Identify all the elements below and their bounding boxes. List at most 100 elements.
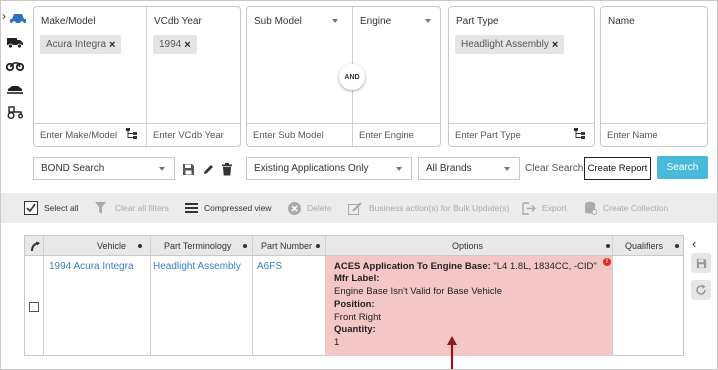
mfr-label-heading: Mfr Label: bbox=[334, 273, 380, 284]
vcdb-year-filter[interactable]: VCdb Year 1994 × Enter VCdb Year bbox=[146, 7, 240, 146]
chevron-left-icon[interactable]: ‹ bbox=[692, 236, 696, 251]
column-header-options[interactable]: Options bbox=[452, 236, 483, 256]
vehicle-filter-panel: Make/Model Acura Integra × Enter Make/Mod… bbox=[33, 6, 241, 147]
trash-icon[interactable] bbox=[219, 161, 235, 177]
chip-remove-icon[interactable]: × bbox=[109, 39, 115, 51]
column-menu-icon[interactable] bbox=[675, 244, 679, 248]
rail-toggle-icon[interactable]: › bbox=[2, 9, 6, 23]
chip-remove-icon[interactable]: × bbox=[184, 39, 190, 51]
brands-select[interactable]: All Brands bbox=[418, 157, 520, 180]
vcdb-year-input[interactable]: Enter VCdb Year bbox=[153, 130, 224, 141]
select-all-button[interactable]: Select all bbox=[24, 193, 79, 223]
vcdb-year-chip[interactable]: 1994 × bbox=[153, 35, 197, 54]
vcdb-year-chip-text: 1994 bbox=[159, 39, 182, 50]
export-icon bbox=[522, 201, 536, 215]
aces-value: "L4 1.8L, 1834CC, -CID" bbox=[490, 261, 597, 272]
hierarchy-tree-icon[interactable] bbox=[574, 128, 585, 139]
vehicle-link[interactable]: 1994 Acura Integra bbox=[49, 261, 134, 272]
compressed-view-label: Compressed view bbox=[204, 203, 272, 213]
business-action-icon bbox=[348, 201, 362, 215]
annotation-arrow bbox=[447, 336, 457, 370]
column-menu-icon[interactable] bbox=[606, 244, 610, 248]
engine-filter[interactable]: Engine Enter Engine bbox=[352, 7, 440, 146]
edit-icon[interactable] bbox=[200, 161, 216, 177]
error-icon: ! bbox=[603, 258, 611, 266]
sub-model-label: Sub Model bbox=[254, 16, 302, 27]
motorcycle-icon[interactable] bbox=[6, 58, 24, 72]
chevron-down-icon bbox=[159, 167, 165, 171]
and-operator-badge[interactable]: AND bbox=[339, 64, 365, 90]
save-icon[interactable] bbox=[691, 253, 711, 273]
column-header-part-number[interactable]: Part Number bbox=[261, 236, 312, 256]
compressed-view-icon bbox=[185, 203, 198, 213]
position-value: Front Right bbox=[334, 312, 381, 323]
column-menu-icon[interactable] bbox=[316, 244, 320, 248]
part-type-chip[interactable]: Headlight Assembly × bbox=[455, 35, 565, 54]
make-model-input[interactable]: Enter Make/Model bbox=[40, 130, 117, 141]
business-action-button[interactable]: Business action(s) for Bulk Update(s) bbox=[348, 193, 509, 223]
column-header-part-terminology[interactable]: Part Terminology bbox=[164, 236, 231, 256]
chevron-down-icon[interactable] bbox=[425, 19, 431, 23]
sub-model-filter[interactable]: Sub Model Enter Sub Model bbox=[247, 7, 352, 146]
quantity-value: 1 bbox=[334, 337, 340, 348]
truck-icon[interactable] bbox=[6, 35, 24, 49]
row-checkbox[interactable] bbox=[29, 302, 39, 312]
mfr-label-value: Engine Base Isn't Valid for Base Vehicle bbox=[334, 286, 502, 297]
options-cell-error[interactable]: ! ACES Application To Engine Base: "L4 1… bbox=[325, 256, 612, 356]
save-icon[interactable] bbox=[180, 161, 196, 177]
part-type-chip-text: Headlight Assembly bbox=[461, 39, 549, 50]
create-collection-label: Create Collection bbox=[603, 203, 669, 213]
vcdb-year-label: VCdb Year bbox=[154, 16, 202, 27]
name-input[interactable]: Enter Name bbox=[607, 130, 658, 141]
link-icon[interactable] bbox=[30, 241, 41, 252]
applications-table: Vehicle Part Terminology Part Number Opt… bbox=[24, 235, 684, 356]
chip-remove-icon[interactable]: × bbox=[552, 39, 558, 51]
search-button[interactable]: Search bbox=[657, 156, 708, 179]
clear-filters-label: Clear all filters bbox=[115, 203, 169, 213]
make-model-filter[interactable]: Make/Model Acura Integra × Enter Make/Mod… bbox=[34, 7, 146, 146]
part-terminology-link[interactable]: Headlight Assembly bbox=[153, 261, 241, 272]
name-filter[interactable]: Name Enter Name bbox=[600, 6, 708, 147]
part-type-label: Part Type bbox=[456, 16, 499, 27]
column-menu-icon[interactable] bbox=[243, 244, 247, 248]
make-model-label: Make/Model bbox=[41, 16, 96, 27]
make-model-chip[interactable]: Acura Integra × bbox=[40, 35, 122, 54]
collection-icon bbox=[585, 201, 597, 215]
car-icon[interactable] bbox=[9, 11, 27, 25]
applications-filter-select[interactable]: Existing Applications Only bbox=[246, 157, 412, 180]
select-all-icon bbox=[24, 201, 38, 215]
engine-label: Engine bbox=[360, 16, 392, 27]
create-report-button[interactable]: Create Report bbox=[584, 157, 651, 180]
delete-button[interactable]: Delete bbox=[288, 193, 332, 223]
chevron-down-icon[interactable] bbox=[332, 19, 338, 23]
chevron-down-icon bbox=[396, 167, 402, 171]
column-header-qualifiers[interactable]: Qualifiers bbox=[625, 236, 663, 256]
brands-value: All Brands bbox=[426, 163, 472, 174]
part-number-link[interactable]: A6FS bbox=[257, 261, 282, 272]
tractor-icon[interactable] bbox=[6, 105, 24, 119]
delete-label: Delete bbox=[307, 203, 332, 213]
export-button[interactable]: Export bbox=[522, 193, 567, 223]
aces-label: ACES Application To Engine Base: bbox=[334, 261, 491, 272]
make-model-chip-text: Acura Integra bbox=[46, 39, 107, 50]
column-header-vehicle[interactable]: Vehicle bbox=[97, 236, 126, 256]
position-heading: Position: bbox=[334, 299, 375, 310]
sub-model-input[interactable]: Enter Sub Model bbox=[253, 130, 324, 141]
clear-search-link[interactable]: Clear Search bbox=[525, 163, 583, 174]
snowmobile-icon[interactable] bbox=[6, 82, 24, 96]
column-menu-icon[interactable] bbox=[138, 244, 142, 248]
hierarchy-tree-icon[interactable] bbox=[126, 128, 137, 139]
table-header: Vehicle Part Terminology Part Number Opt… bbox=[25, 236, 683, 256]
clear-filters-button[interactable]: Clear all filters bbox=[95, 193, 169, 223]
export-label: Export bbox=[542, 203, 567, 213]
part-type-filter[interactable]: Part Type Headlight Assembly × Enter Part… bbox=[448, 6, 595, 147]
quantity-heading: Quantity: bbox=[334, 324, 376, 335]
create-collection-button[interactable]: Create Collection bbox=[584, 193, 668, 223]
refresh-icon[interactable] bbox=[691, 280, 711, 300]
name-label: Name bbox=[608, 16, 635, 27]
part-type-input[interactable]: Enter Part Type bbox=[455, 130, 521, 141]
engine-input[interactable]: Enter Engine bbox=[359, 130, 414, 141]
applications-filter-value: Existing Applications Only bbox=[254, 163, 369, 174]
bond-search-select[interactable]: BOND Search bbox=[33, 157, 175, 180]
compressed-view-button[interactable]: Compressed view bbox=[185, 193, 272, 223]
